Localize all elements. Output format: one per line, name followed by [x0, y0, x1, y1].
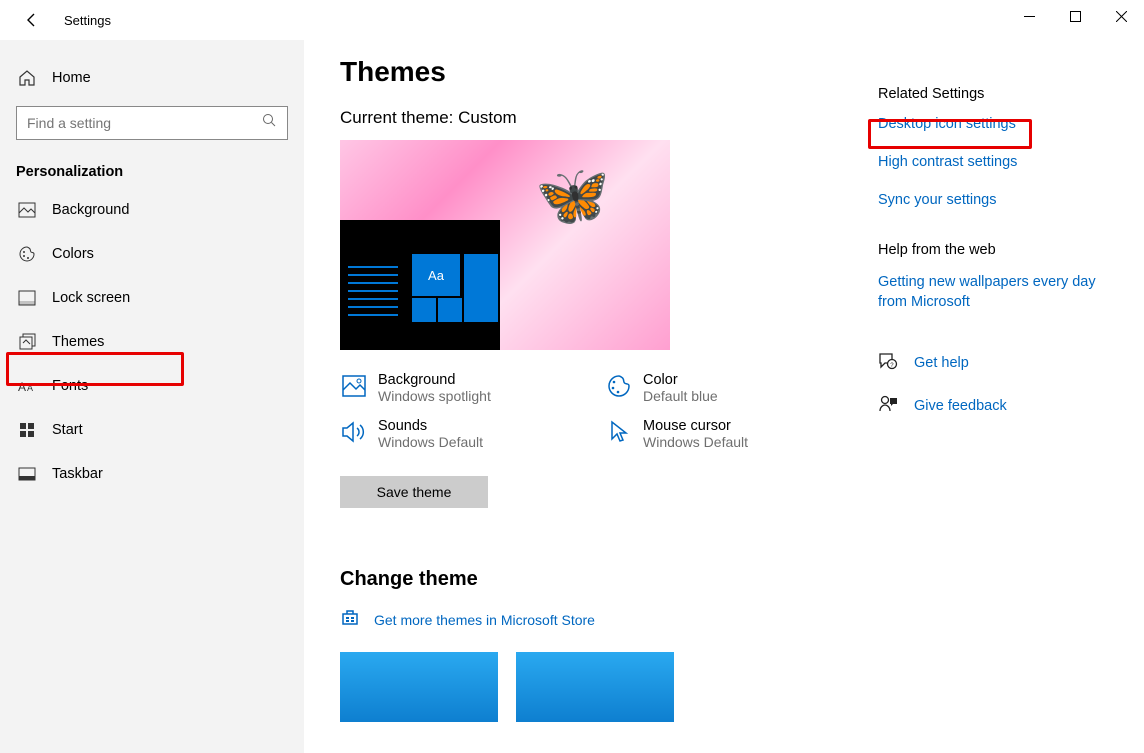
themes-icon	[16, 333, 38, 351]
change-theme-heading: Change theme	[340, 568, 840, 591]
picture-icon	[16, 202, 38, 218]
sidebar-item-start[interactable]: Start	[0, 408, 304, 452]
theme-preview: 🦋 Aa	[340, 140, 670, 350]
fonts-icon: AA	[16, 378, 38, 394]
cursor-icon	[605, 418, 633, 446]
section-header: Personalization	[0, 150, 304, 188]
sidebar-item-lock-screen[interactable]: Lock screen	[0, 276, 304, 320]
speaker-icon	[340, 418, 368, 446]
window-title: Settings	[64, 13, 111, 28]
save-theme-button[interactable]: Save theme	[340, 476, 488, 508]
prop-color[interactable]: Color Default blue	[605, 372, 840, 404]
prop-title: Color	[643, 372, 718, 388]
home-label: Home	[52, 70, 91, 86]
sidebar: Home Personalization Background Colors L…	[0, 40, 304, 753]
theme-thumbnail[interactable]	[340, 652, 498, 722]
prop-title: Background	[378, 372, 491, 388]
prop-cursor[interactable]: Mouse cursor Windows Default	[605, 418, 840, 450]
picture-icon	[340, 372, 368, 400]
svg-text:A: A	[27, 383, 33, 393]
get-help-text: Get help	[914, 355, 969, 371]
search-input[interactable]	[27, 115, 262, 131]
page-title: Themes	[340, 56, 840, 88]
feedback-icon	[878, 394, 902, 419]
link-high-contrast[interactable]: High contrast settings	[878, 154, 1108, 170]
sidebar-item-taskbar[interactable]: Taskbar	[0, 452, 304, 496]
palette-icon	[16, 245, 38, 263]
close-icon	[1116, 11, 1127, 22]
prop-title: Mouse cursor	[643, 418, 748, 434]
butterfly-decoration: 🦋	[535, 160, 610, 231]
sidebar-item-themes[interactable]: Themes	[0, 320, 304, 364]
home-icon	[16, 69, 38, 87]
right-panel: Related Settings Desktop icon settings H…	[878, 56, 1108, 753]
maximize-icon	[1070, 11, 1081, 22]
help-from-web-heading: Help from the web	[878, 242, 1108, 258]
arrow-left-icon	[24, 12, 40, 28]
prop-value: Windows Default	[378, 434, 483, 450]
preview-lines	[348, 266, 398, 322]
search-icon	[262, 113, 277, 133]
prop-value: Windows spotlight	[378, 388, 491, 404]
link-sync-settings[interactable]: Sync your settings	[878, 192, 1108, 208]
link-desktop-icon-settings[interactable]: Desktop icon settings	[878, 116, 1108, 132]
get-help-link[interactable]: ? Get help	[878, 351, 1108, 376]
sidebar-item-label: Themes	[52, 334, 104, 350]
store-icon	[340, 607, 364, 632]
theme-thumbnail[interactable]	[516, 652, 674, 722]
prop-value: Default blue	[643, 388, 718, 404]
prop-value: Windows Default	[643, 434, 748, 450]
home-nav[interactable]: Home	[0, 58, 304, 98]
sidebar-item-fonts[interactable]: AA Fonts	[0, 364, 304, 408]
minimize-button[interactable]	[1006, 0, 1052, 32]
start-icon	[16, 422, 38, 438]
chat-help-icon: ?	[878, 351, 902, 376]
preview-tile-big: Aa	[412, 254, 460, 296]
sidebar-item-colors[interactable]: Colors	[0, 232, 304, 276]
sidebar-item-background[interactable]: Background	[0, 188, 304, 232]
related-settings-heading: Related Settings	[878, 86, 1108, 102]
sidebar-item-label: Fonts	[52, 378, 88, 394]
minimize-icon	[1024, 11, 1035, 22]
give-feedback-text: Give feedback	[914, 398, 1007, 414]
preview-tile	[412, 298, 436, 322]
prop-background[interactable]: Background Windows spotlight	[340, 372, 575, 404]
current-theme-label: Current theme: Custom	[340, 108, 840, 128]
sidebar-item-label: Background	[52, 202, 129, 218]
preview-tile	[464, 254, 498, 322]
back-button[interactable]	[18, 6, 46, 34]
close-button[interactable]	[1098, 0, 1144, 32]
svg-text:A: A	[18, 380, 26, 394]
sidebar-item-label: Start	[52, 422, 83, 438]
store-link[interactable]: Get more themes in Microsoft Store	[340, 607, 840, 632]
sidebar-item-label: Colors	[52, 246, 94, 262]
give-feedback-link[interactable]: Give feedback	[878, 394, 1108, 419]
sidebar-item-label: Taskbar	[52, 466, 103, 482]
link-wallpapers-help[interactable]: Getting new wallpapers every day from Mi…	[878, 272, 1108, 313]
sidebar-item-label: Lock screen	[52, 290, 130, 306]
palette-icon	[605, 372, 633, 400]
taskbar-icon	[16, 467, 38, 481]
store-link-text: Get more themes in Microsoft Store	[374, 612, 595, 628]
prop-title: Sounds	[378, 418, 483, 434]
lock-screen-icon	[16, 290, 38, 306]
prop-sounds[interactable]: Sounds Windows Default	[340, 418, 575, 450]
maximize-button[interactable]	[1052, 0, 1098, 32]
search-input-container[interactable]	[16, 106, 288, 140]
preview-tile	[438, 298, 462, 322]
